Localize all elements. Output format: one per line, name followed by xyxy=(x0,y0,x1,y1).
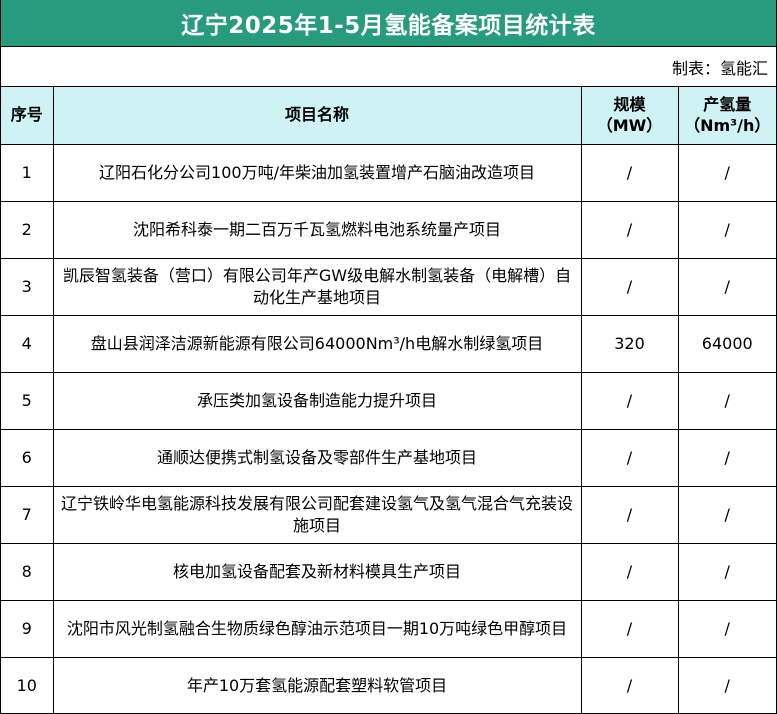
row-index: 2 xyxy=(1,200,54,259)
row-name: 辽阳石化分公司100万吨/年柴油加氢装置增产石脑油改造项目 xyxy=(52,143,582,202)
row-scale: / xyxy=(580,371,679,430)
table-row: 9 沈阳市风光制氢融合生物质绿色醇油示范项目一期10万吨绿色甲醇项目 / / xyxy=(1,599,776,658)
header-row: 序号 项目名称 规模 （MW） 产氢量 （Nm³/h） xyxy=(1,87,776,145)
sheet-title: 辽宁2025年1-5月氢能备案项目统计表 xyxy=(1,0,776,47)
header-h2-line2: （Nm³/h） xyxy=(684,116,771,136)
row-h2: / xyxy=(677,371,776,430)
header-index: 序号 xyxy=(1,87,54,145)
row-scale: / xyxy=(580,542,679,601)
row-h2: / xyxy=(677,656,776,714)
row-name: 凯辰智氢装备（营口）有限公司年产GW级电解水制氢装备（电解槽）自动化生产基地项目 xyxy=(52,257,582,316)
row-name: 盘山县润泽洁源新能源有限公司64000Nm³/h电解水制绿氢项目 xyxy=(52,314,582,373)
row-index: 9 xyxy=(1,599,54,658)
row-name: 沈阳市风光制氢融合生物质绿色醇油示范项目一期10万吨绿色甲醇项目 xyxy=(52,599,582,658)
row-name: 通顺达便携式制氢设备及零部件生产基地项目 xyxy=(52,428,582,487)
header-name: 项目名称 xyxy=(52,87,582,145)
project-table: 序号 项目名称 规模 （MW） 产氢量 （Nm³/h） 1 辽阳石化分公司100… xyxy=(1,87,776,714)
row-index: 5 xyxy=(1,371,54,430)
row-name: 核电加氢设备配套及新材料模具生产项目 xyxy=(52,542,582,601)
row-name: 辽宁铁岭华电氢能源科技发展有限公司配套建设氢气及氢气混合气充装设施项目 xyxy=(52,485,582,544)
row-scale: / xyxy=(580,656,679,714)
spreadsheet-sheet: 辽宁2025年1-5月氢能备案项目统计表 制表：氢能汇 序号 项目名称 规模 （… xyxy=(0,0,777,714)
row-index: 7 xyxy=(1,485,54,544)
table-row: 2 沈阳希科泰一期二百万千瓦氢燃料电池系统量产项目 / / xyxy=(1,200,776,259)
row-index: 4 xyxy=(1,314,54,373)
row-name: 承压类加氢设备制造能力提升项目 xyxy=(52,371,582,430)
row-name: 年产10万套氢能源配套塑料软管项目 xyxy=(52,656,582,714)
row-index: 1 xyxy=(1,143,54,202)
row-h2: / xyxy=(677,428,776,487)
row-h2: / xyxy=(677,257,776,316)
row-scale: 320 xyxy=(580,314,679,373)
row-index: 10 xyxy=(1,656,54,714)
table-row: 4 盘山县润泽洁源新能源有限公司64000Nm³/h电解水制绿氢项目 320 6… xyxy=(1,314,776,373)
table-row: 3 凯辰智氢装备（营口）有限公司年产GW级电解水制氢装备（电解槽）自动化生产基地… xyxy=(1,257,776,316)
row-h2: / xyxy=(677,200,776,259)
row-index: 6 xyxy=(1,428,54,487)
row-h2: / xyxy=(677,542,776,601)
table-row: 5 承压类加氢设备制造能力提升项目 / / xyxy=(1,371,776,430)
row-scale: / xyxy=(580,143,679,202)
table-row: 10 年产10万套氢能源配套塑料软管项目 / / xyxy=(1,656,776,714)
header-scale-line2: （MW） xyxy=(596,116,663,136)
row-name: 沈阳希科泰一期二百万千瓦氢燃料电池系统量产项目 xyxy=(52,200,582,259)
row-h2: 64000 xyxy=(677,314,776,373)
row-scale: / xyxy=(580,257,679,316)
row-scale: / xyxy=(580,428,679,487)
row-scale: / xyxy=(580,200,679,259)
row-index: 3 xyxy=(1,257,54,316)
table-row: 8 核电加氢设备配套及新材料模具生产项目 / / xyxy=(1,542,776,601)
header-scale-line1: 规模 xyxy=(613,94,646,114)
header-scale: 规模 （MW） xyxy=(580,87,679,145)
row-h2: / xyxy=(677,599,776,658)
header-h2: 产氢量 （Nm³/h） xyxy=(677,87,776,145)
row-h2: / xyxy=(677,485,776,544)
row-h2: / xyxy=(677,143,776,202)
row-scale: / xyxy=(580,599,679,658)
table-row: 6 通顺达便携式制氢设备及零部件生产基地项目 / / xyxy=(1,428,776,487)
table-row: 7 辽宁铁岭华电氢能源科技发展有限公司配套建设氢气及氢气混合气充装设施项目 / … xyxy=(1,485,776,544)
maker-label: 制表：氢能汇 xyxy=(1,47,776,87)
header-h2-line1: 产氢量 xyxy=(703,94,752,114)
row-index: 8 xyxy=(1,542,54,601)
table-row: 1 辽阳石化分公司100万吨/年柴油加氢装置增产石脑油改造项目 / / xyxy=(1,143,776,202)
row-scale: / xyxy=(580,485,679,544)
